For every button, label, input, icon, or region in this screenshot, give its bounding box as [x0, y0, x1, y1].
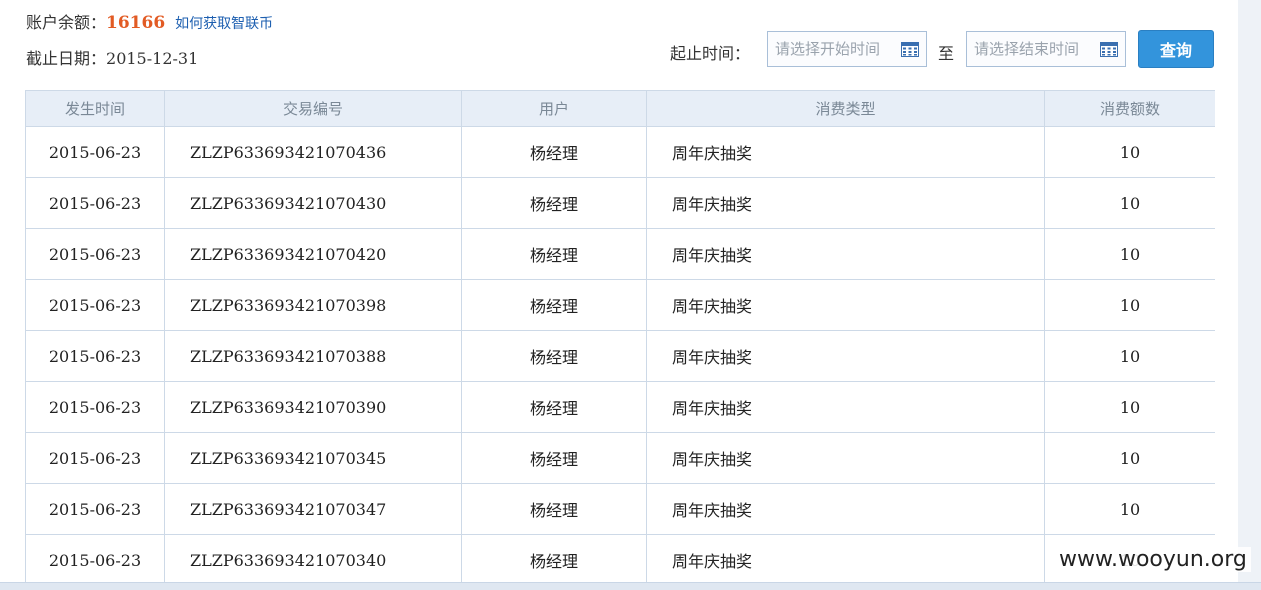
calendar-icon[interactable] — [901, 42, 919, 57]
cell-transaction-id: ZLZP633693421070347 — [164, 483, 462, 535]
table-row: 2015-06-23 ZLZP633693421070340 杨经理 周年庆抽奖… — [25, 534, 1215, 582]
to-label: 至 — [938, 44, 955, 63]
cutoff-date: 2015-12-31 — [106, 49, 199, 68]
table-row: 2015-06-23 ZLZP633693421070420 杨经理 周年庆抽奖… — [25, 228, 1215, 280]
cell-transaction-id: ZLZP633693421070436 — [164, 126, 462, 178]
cell-consumption-type: 周年庆抽奖 — [646, 177, 1045, 229]
table-row: 2015-06-23 ZLZP633693421070398 杨经理 周年庆抽奖… — [25, 279, 1215, 331]
header-transaction-id[interactable]: 交易编号 — [164, 90, 462, 127]
account-balance-row: 账户余额：16166 如何获取智联币 — [26, 9, 273, 33]
header-amount[interactable]: 消费额数 — [1044, 90, 1215, 127]
balance-label: 账户余额： — [26, 13, 107, 32]
cell-time: 2015-06-23 — [25, 330, 165, 382]
cell-time: 2015-06-23 — [25, 381, 165, 433]
cell-consumption-type: 周年庆抽奖 — [646, 432, 1045, 484]
table-row: 2015-06-23 ZLZP633693421070436 杨经理 周年庆抽奖… — [25, 126, 1215, 178]
cell-amount: 10 — [1044, 381, 1215, 433]
cell-time: 2015-06-23 — [25, 228, 165, 280]
cell-amount: 10 — [1044, 432, 1215, 484]
table-header-row: 发生时间 交易编号 用户 消费类型 消费额数 — [25, 90, 1215, 127]
cell-consumption-type: 周年庆抽奖 — [646, 279, 1045, 331]
cell-consumption-type: 周年庆抽奖 — [646, 126, 1045, 178]
cell-time: 2015-06-23 — [25, 483, 165, 535]
start-date-input[interactable] — [768, 32, 903, 66]
cell-transaction-id: ZLZP633693421070340 — [164, 534, 462, 582]
cell-consumption-type: 周年庆抽奖 — [646, 381, 1045, 433]
cell-consumption-type: 周年庆抽奖 — [646, 483, 1045, 535]
cell-time: 2015-06-23 — [25, 279, 165, 331]
date-range-label: 起止时间： — [670, 44, 751, 63]
cell-user: 杨经理 — [461, 330, 647, 382]
cell-consumption-type: 周年庆抽奖 — [646, 330, 1045, 382]
table-row: 2015-06-23 ZLZP633693421070347 杨经理 周年庆抽奖… — [25, 483, 1215, 535]
cell-transaction-id: ZLZP633693421070390 — [164, 381, 462, 433]
table-row: 2015-06-23 ZLZP633693421070390 杨经理 周年庆抽奖… — [25, 381, 1215, 433]
cell-user: 杨经理 — [461, 228, 647, 280]
cell-user: 杨经理 — [461, 534, 647, 582]
cell-user: 杨经理 — [461, 483, 647, 535]
cell-time: 2015-06-23 — [25, 177, 165, 229]
main-panel: 账户余额：16166 如何获取智联币 截止日期：2015-12-31 起止时间： … — [0, 0, 1238, 583]
cell-amount: 10 — [1044, 483, 1215, 535]
cell-amount: 10 — [1044, 177, 1215, 229]
cell-time: 2015-06-23 — [25, 534, 165, 582]
cell-transaction-id: ZLZP633693421070345 — [164, 432, 462, 484]
cell-amount: 10 — [1044, 330, 1215, 382]
cell-consumption-type: 周年庆抽奖 — [646, 534, 1045, 582]
cell-amount: 10 — [1044, 126, 1215, 178]
header-time[interactable]: 发生时间 — [25, 90, 165, 127]
cell-transaction-id: ZLZP633693421070398 — [164, 279, 462, 331]
table-row: 2015-06-23 ZLZP633693421070388 杨经理 周年庆抽奖… — [25, 330, 1215, 382]
end-date-input[interactable] — [967, 32, 1102, 66]
cell-transaction-id: ZLZP633693421070420 — [164, 228, 462, 280]
end-date-field[interactable] — [966, 31, 1126, 67]
table-row: 2015-06-23 ZLZP633693421070430 杨经理 周年庆抽奖… — [25, 177, 1215, 229]
transactions-table-wrapper: 发生时间 交易编号 用户 消费类型 消费额数 2015-06-23 ZLZP63… — [25, 90, 1215, 582]
header-consumption-type[interactable]: 消费类型 — [646, 90, 1045, 127]
start-date-field[interactable] — [767, 31, 927, 67]
cell-user: 杨经理 — [461, 279, 647, 331]
query-button[interactable]: 查询 — [1138, 30, 1214, 68]
cell-time: 2015-06-23 — [25, 126, 165, 178]
header-user[interactable]: 用户 — [461, 90, 647, 127]
cell-user: 杨经理 — [461, 177, 647, 229]
cell-consumption-type: 周年庆抽奖 — [646, 228, 1045, 280]
cell-user: 杨经理 — [461, 126, 647, 178]
cell-transaction-id: ZLZP633693421070430 — [164, 177, 462, 229]
cell-transaction-id: ZLZP633693421070388 — [164, 330, 462, 382]
cell-user: 杨经理 — [461, 432, 647, 484]
page-scrollbar-gutter — [1238, 0, 1261, 589]
cell-user: 杨经理 — [461, 381, 647, 433]
cutoff-date-row: 截止日期：2015-12-31 — [26, 45, 198, 69]
calendar-icon[interactable] — [1100, 42, 1118, 57]
transactions-table: 发生时间 交易编号 用户 消费类型 消费额数 2015-06-23 ZLZP63… — [25, 90, 1215, 582]
cutoff-label: 截止日期： — [26, 49, 107, 68]
how-to-get-coins-link[interactable]: 如何获取智联币 — [175, 16, 273, 32]
cell-amount: 10 — [1044, 279, 1215, 331]
table-row: 2015-06-23 ZLZP633693421070345 杨经理 周年庆抽奖… — [25, 432, 1215, 484]
watermark: www.wooyun.org — [1055, 547, 1251, 572]
cell-amount: 10 — [1044, 228, 1215, 280]
cell-time: 2015-06-23 — [25, 432, 165, 484]
balance-value: 16166 — [106, 13, 166, 33]
